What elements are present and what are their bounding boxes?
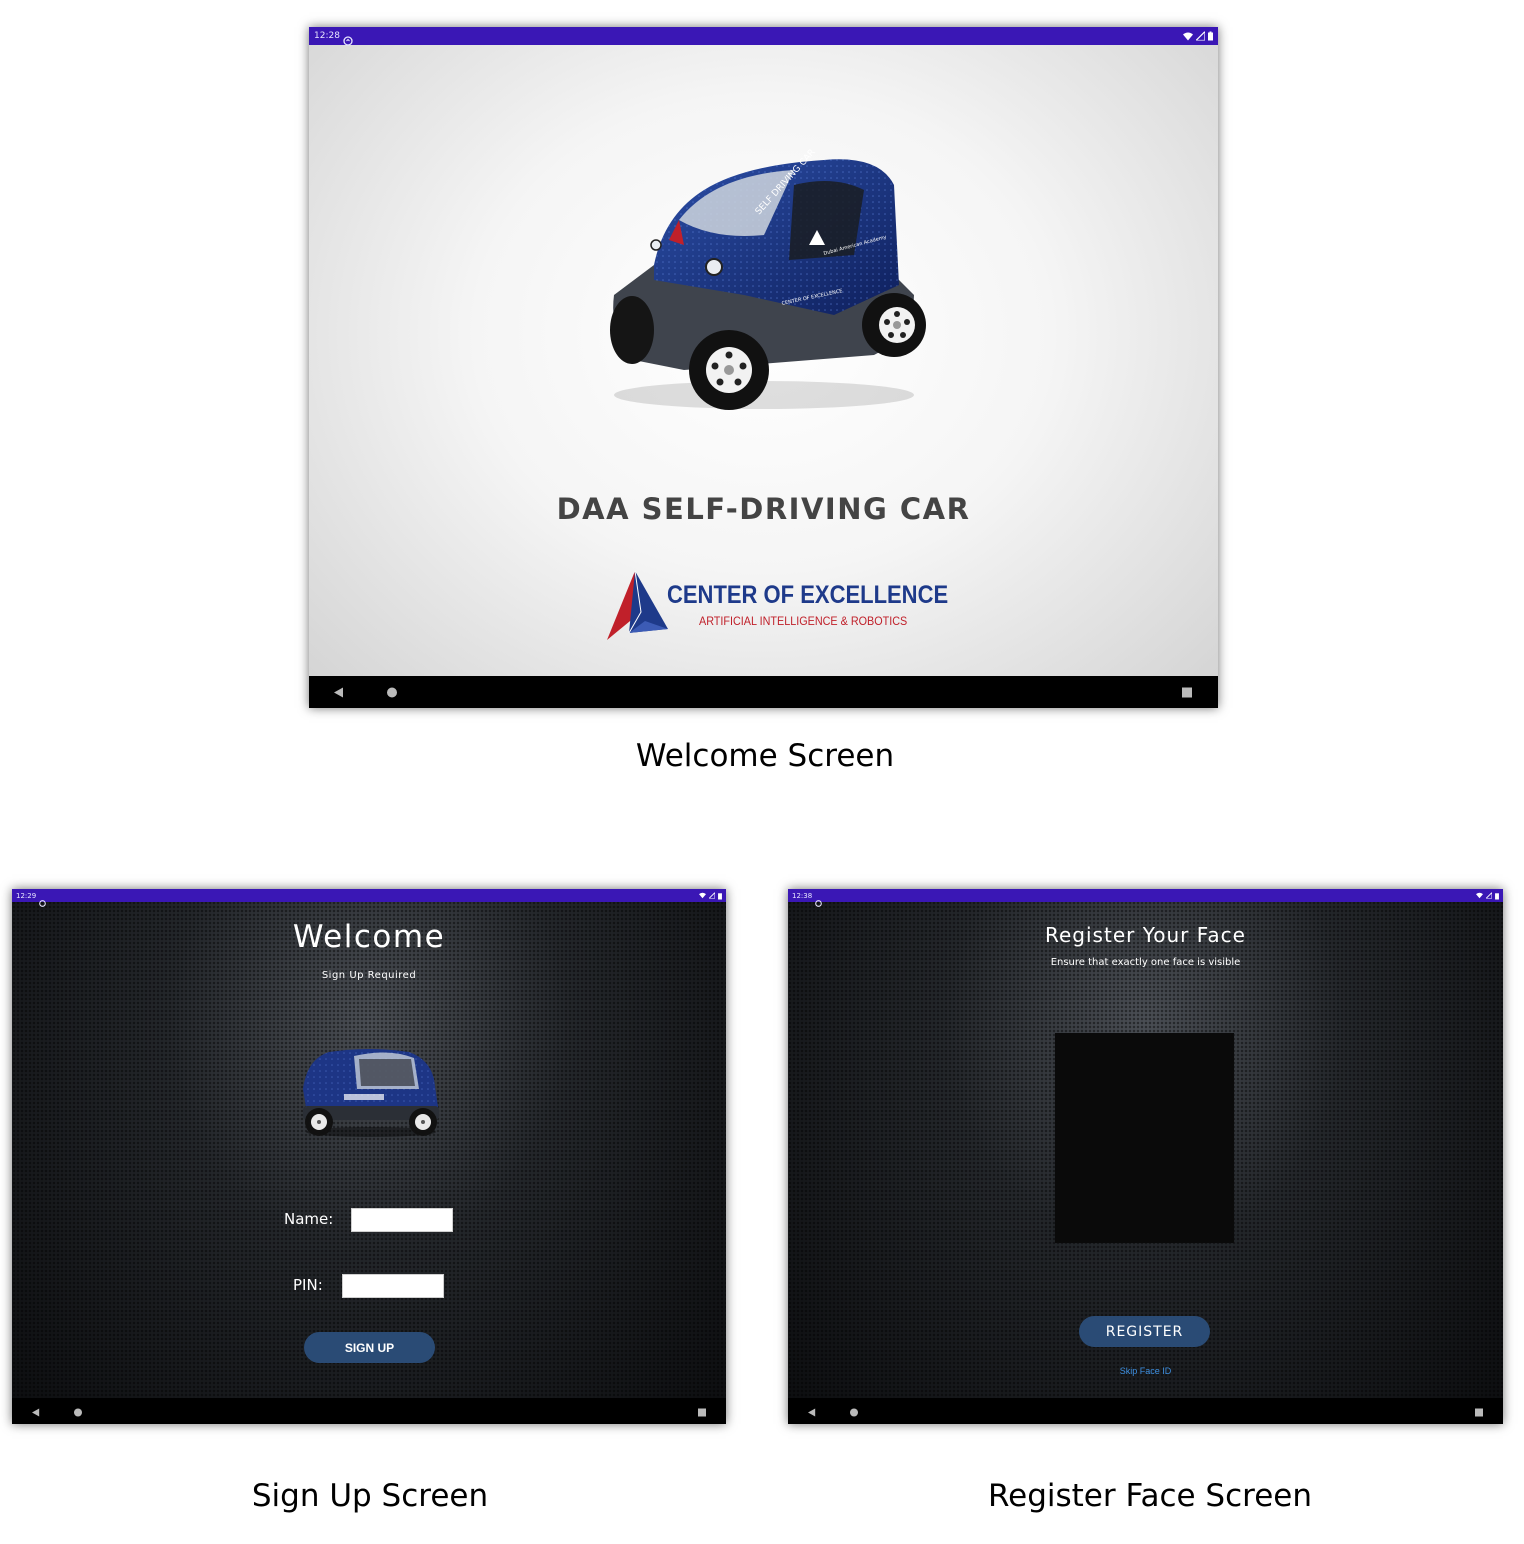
- battery-icon: [1208, 31, 1213, 41]
- welcome-screen-caption: Welcome Screen: [635, 738, 895, 774]
- battery-icon: [1495, 892, 1499, 899]
- welcome-screen: 12:28 SELF DRIVING CAR CENTER OF EXCELLE…: [309, 27, 1218, 708]
- status-bar: 12:28: [309, 27, 1218, 46]
- signup-screen-caption: Sign Up Screen: [251, 1478, 489, 1514]
- front-wheel: [689, 330, 769, 410]
- register-title: Register Your Face: [1045, 923, 1246, 947]
- back-icon[interactable]: [808, 1402, 816, 1421]
- nav-bar: [12, 1398, 726, 1424]
- coe-logo-subtitle: ARTIFICIAL INTELLIGENCE & ROBOTICS: [699, 614, 908, 628]
- signal-icon: [1196, 31, 1205, 41]
- pin-input[interactable]: [342, 1274, 444, 1298]
- signup-subtitle: Sign Up Required: [321, 970, 417, 981]
- car-image: [303, 1049, 439, 1137]
- skip-face-id-link[interactable]: Skip Face ID: [788, 1366, 1503, 1376]
- status-icons: [699, 892, 722, 899]
- register-screen-caption: Register Face Screen: [987, 1478, 1313, 1514]
- battery-icon: [718, 892, 722, 899]
- recents-icon[interactable]: [698, 1402, 706, 1421]
- back-wheel-left: [610, 296, 654, 364]
- back-icon[interactable]: [32, 1402, 40, 1421]
- status-icons: [1183, 31, 1213, 41]
- wifi-icon: [1183, 32, 1193, 40]
- signup-button[interactable]: SIGN UP: [304, 1332, 435, 1363]
- coe-logo-mark: [607, 570, 668, 640]
- wifi-icon: [699, 892, 706, 899]
- signup-content: Welcome Sign Up Required Name: PIN: SIGN…: [12, 889, 726, 1424]
- signup-screen: 12:29 Welcome Sign Up Required Name: PIN…: [12, 889, 726, 1424]
- nav-bar: [788, 1398, 1503, 1424]
- register-button[interactable]: REGISTER: [1079, 1316, 1210, 1347]
- recents-icon[interactable]: [1182, 683, 1192, 702]
- status-time: 12:28: [314, 31, 340, 41]
- status-bar: 12:38: [788, 889, 1503, 907]
- app-title: DAA SELF-DRIVING CAR: [556, 492, 971, 526]
- register-face-screen: 12:38 Register Your Face Ensure that exa…: [788, 889, 1503, 1424]
- wifi-icon: [1476, 892, 1483, 899]
- status-bar: 12:29: [12, 889, 726, 907]
- sync-icon: [39, 892, 46, 911]
- home-icon[interactable]: [74, 1402, 82, 1421]
- register-content: Register Your Face Ensure that exactly o…: [788, 889, 1503, 1424]
- name-input[interactable]: [351, 1208, 453, 1232]
- sync-icon: [343, 31, 353, 50]
- status-icons: [1476, 892, 1499, 899]
- back-icon[interactable]: [334, 683, 344, 702]
- status-time: 12:29: [16, 891, 37, 900]
- status-time: 12:38: [792, 891, 813, 900]
- coe-logo: CENTER OF EXCELLENCE ARTIFICIAL INTELLIG…: [605, 567, 948, 642]
- coe-logo-title: CENTER OF EXCELLENCE: [667, 581, 949, 609]
- home-icon[interactable]: [387, 683, 397, 702]
- home-icon[interactable]: [850, 1402, 858, 1421]
- camera-preview: [1055, 1033, 1234, 1243]
- sync-icon: [815, 892, 822, 911]
- rear-wheel: [862, 293, 926, 357]
- signal-icon: [709, 892, 715, 899]
- pin-label: PIN:: [293, 1276, 323, 1294]
- nav-bar: [309, 676, 1218, 708]
- signup-title: Welcome: [292, 919, 446, 955]
- register-subtitle: Ensure that exactly one face is visible: [1050, 957, 1241, 968]
- name-label: Name:: [284, 1210, 334, 1228]
- signal-icon: [1486, 892, 1492, 899]
- car-image: SELF DRIVING CAR CENTER OF EXCELLENCE Du…: [610, 148, 926, 410]
- recents-icon[interactable]: [1475, 1402, 1483, 1421]
